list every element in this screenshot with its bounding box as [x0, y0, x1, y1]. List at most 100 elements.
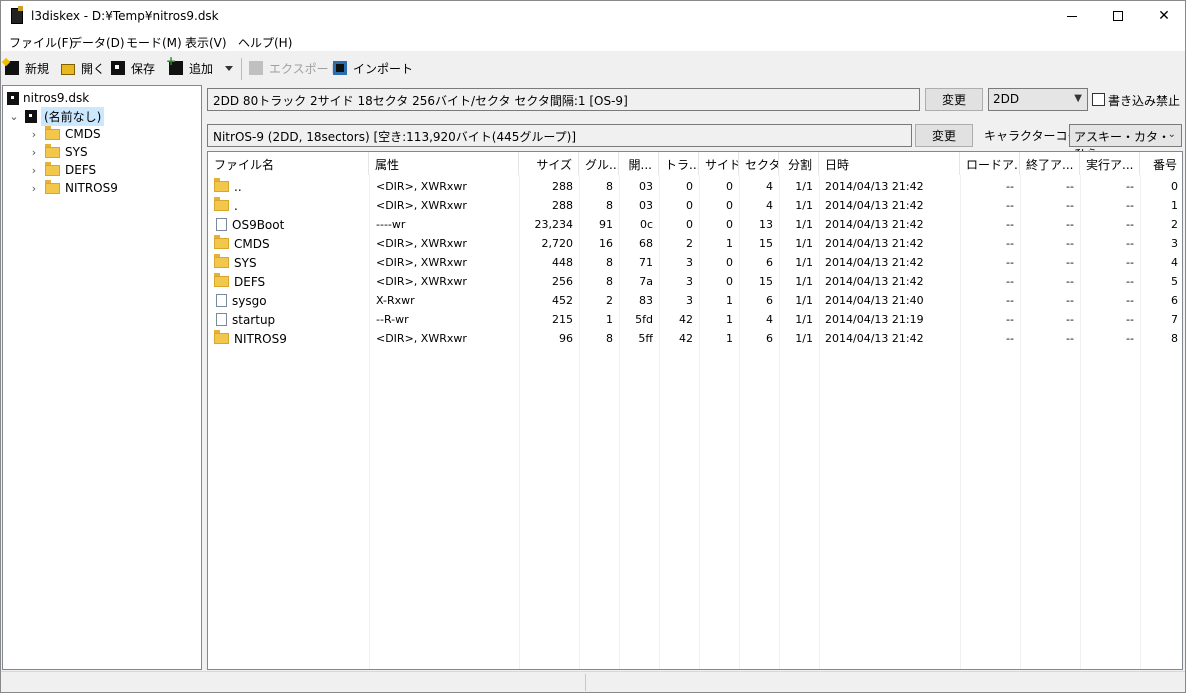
- file-icon: [216, 313, 227, 326]
- col-header-start[interactable]: 開...: [619, 152, 659, 175]
- col-header-size[interactable]: サイズ: [519, 152, 579, 175]
- tree-folder-defs[interactable]: › DEFS: [27, 161, 96, 179]
- file-start-cell: 83: [639, 294, 653, 307]
- file-group-cell: 8: [606, 332, 613, 345]
- file-track-cell: 0: [686, 199, 693, 212]
- file-name-cell: OS9Boot: [214, 215, 366, 234]
- file-sector-cell: 4: [766, 313, 773, 326]
- toolbar: 新規 開く 保存 追加 エクスポート インポート: [1, 52, 1185, 84]
- col-header-group[interactable]: グル...: [579, 152, 619, 175]
- col-header-load-addr[interactable]: ロードア...: [960, 152, 1020, 175]
- save-button[interactable]: 保存: [111, 59, 155, 77]
- fs-change-button[interactable]: 変更: [915, 124, 973, 147]
- minimize-button[interactable]: [1049, 1, 1095, 31]
- file-name: NITROS9: [234, 331, 287, 346]
- col-header-division[interactable]: 分割: [779, 152, 819, 175]
- export-button[interactable]: エクスポート: [249, 59, 341, 77]
- file-end-cell: --: [1066, 237, 1074, 250]
- file-date-cell: 2014/04/13 21:42: [825, 199, 924, 212]
- add-button[interactable]: 追加: [166, 54, 213, 77]
- file-sector-cell: 6: [766, 332, 773, 345]
- file-num-cell: 6: [1171, 294, 1178, 307]
- import-button[interactable]: インポート: [333, 59, 413, 77]
- file-name-cell: NITROS9: [214, 329, 366, 348]
- write-protect-label: 書き込み禁止: [1108, 94, 1181, 108]
- tree-folder-cmds[interactable]: › CMDS: [27, 125, 101, 143]
- file-size-cell: 215: [552, 313, 573, 326]
- col-header-name[interactable]: ファイル名: [208, 152, 369, 175]
- close-icon: ✕: [1158, 8, 1170, 24]
- file-group-cell: 8: [606, 180, 613, 193]
- disk-change-button[interactable]: 変更: [925, 88, 983, 111]
- tree-folder-nitros9[interactable]: › NITROS9: [27, 179, 118, 197]
- file-name: OS9Boot: [232, 217, 285, 232]
- tree-root[interactable]: ⌄ (名前なし): [7, 106, 105, 126]
- chevron-down-icon: ⌄: [1167, 129, 1176, 140]
- col-header-track[interactable]: トラ...: [659, 152, 699, 175]
- file-end-cell: --: [1066, 275, 1074, 288]
- file-sector-cell: 6: [766, 256, 773, 269]
- menu-view[interactable]: 表示(V): [185, 34, 227, 51]
- file-end-cell: --: [1066, 180, 1074, 193]
- new-label: 新規: [25, 61, 50, 76]
- file-sector-cell: 15: [759, 237, 773, 250]
- tree-disk[interactable]: nitros9.dsk: [7, 89, 89, 107]
- tree-folder-sys[interactable]: › SYS: [27, 143, 88, 161]
- col-header-attr[interactable]: 属性: [369, 152, 519, 175]
- maximize-button[interactable]: [1095, 1, 1141, 31]
- close-button[interactable]: ✕: [1141, 1, 1186, 31]
- status-bar: [1, 671, 1185, 692]
- file-attr-cell: <DIR>, XWRxwr: [376, 275, 467, 288]
- file-row[interactable]: sysgo X-Rxwr 452 2 83 3 1 6 1/1 2014/04/13 21:40 -…: [208, 291, 1182, 310]
- file-track-cell: 0: [686, 180, 693, 193]
- file-row[interactable]: DEFS <DIR>, XWRxwr 256 8 7a 3 0 15 1/1 2014/04/13…: [208, 272, 1182, 291]
- menu-file[interactable]: ファイル(F): [9, 34, 73, 51]
- file-name-cell: DEFS: [214, 272, 366, 291]
- open-button[interactable]: 開く: [61, 59, 105, 77]
- file-attr-cell: ----wr: [376, 218, 406, 231]
- folder-icon: [214, 178, 229, 192]
- menu-data[interactable]: データ(D): [70, 34, 125, 51]
- file-group-cell: 91: [599, 218, 613, 231]
- col-header-number[interactable]: 番号: [1140, 152, 1182, 175]
- folder-icon: [45, 161, 60, 176]
- chevron-right-icon[interactable]: ›: [27, 146, 41, 159]
- file-start-cell: 71: [639, 256, 653, 269]
- col-header-date[interactable]: 日時: [819, 152, 960, 175]
- file-attr-cell: <DIR>, XWRxwr: [376, 199, 467, 212]
- chevron-down-icon[interactable]: ⌄: [7, 110, 21, 123]
- file-side-cell: 0: [726, 218, 733, 231]
- menu-help[interactable]: ヘルプ(H): [238, 34, 292, 51]
- file-attr-cell: <DIR>, XWRxwr: [376, 332, 467, 345]
- open-label: 開く: [81, 61, 106, 76]
- write-protect-checkbox[interactable]: [1092, 93, 1105, 106]
- new-disk-icon: [5, 61, 19, 75]
- col-header-sector[interactable]: セクタ: [739, 152, 779, 175]
- charcode-select[interactable]: アスキー・カタ・ひら ⌄: [1069, 124, 1182, 161]
- file-date-cell: 2014/04/13 21:19: [825, 313, 924, 326]
- file-load-cell: --: [1006, 332, 1014, 345]
- col-header-side[interactable]: サイド: [699, 152, 739, 175]
- add-dropdown-arrow-icon[interactable]: [225, 66, 233, 71]
- col-header-exec-addr[interactable]: 実行ア...: [1080, 152, 1140, 175]
- file-date-cell: 2014/04/13 21:42: [825, 256, 924, 269]
- chevron-right-icon[interactable]: ›: [27, 164, 41, 177]
- file-row[interactable]: .. <DIR>, XWRxwr 288 8 03 0 0 4 1/1 2014/04/13 21…: [208, 177, 1182, 196]
- file-row[interactable]: CMDS <DIR>, XWRxwr 2,720 16 68 2 1 15 1/1 2014/04…: [208, 234, 1182, 253]
- file-row[interactable]: OS9Boot ----wr 23,234 91 0c 0 0 13 1/1 2014/04/13…: [208, 215, 1182, 234]
- file-row[interactable]: SYS <DIR>, XWRxwr 448 8 71 3 0 6 1/1 2014/04/13 2…: [208, 253, 1182, 272]
- file-row[interactable]: . <DIR>, XWRxwr 288 8 03 0 0 4 1/1 2014/04/13 21:…: [208, 196, 1182, 215]
- file-date-cell: 2014/04/13 21:42: [825, 237, 924, 250]
- chevron-right-icon[interactable]: ›: [27, 128, 41, 141]
- col-header-end-addr[interactable]: 終了ア...: [1020, 152, 1080, 175]
- file-date-cell: 2014/04/13 21:42: [825, 180, 924, 193]
- disk-type-select[interactable]: 2DD ▼: [988, 88, 1088, 111]
- file-end-cell: --: [1066, 313, 1074, 326]
- new-button[interactable]: 新規: [5, 59, 49, 77]
- file-row[interactable]: NITROS9 <DIR>, XWRxwr 96 8 5ff 42 1 6 1/1 2014/04…: [208, 329, 1182, 348]
- file-row[interactable]: startup --R-wr 215 1 5fd 42 1 4 1/1 2014/04/13 21…: [208, 310, 1182, 329]
- menu-mode[interactable]: モード(M): [126, 34, 182, 51]
- file-end-cell: --: [1066, 332, 1074, 345]
- chevron-right-icon[interactable]: ›: [27, 182, 41, 195]
- disk-type-value: 2DD: [993, 92, 1020, 106]
